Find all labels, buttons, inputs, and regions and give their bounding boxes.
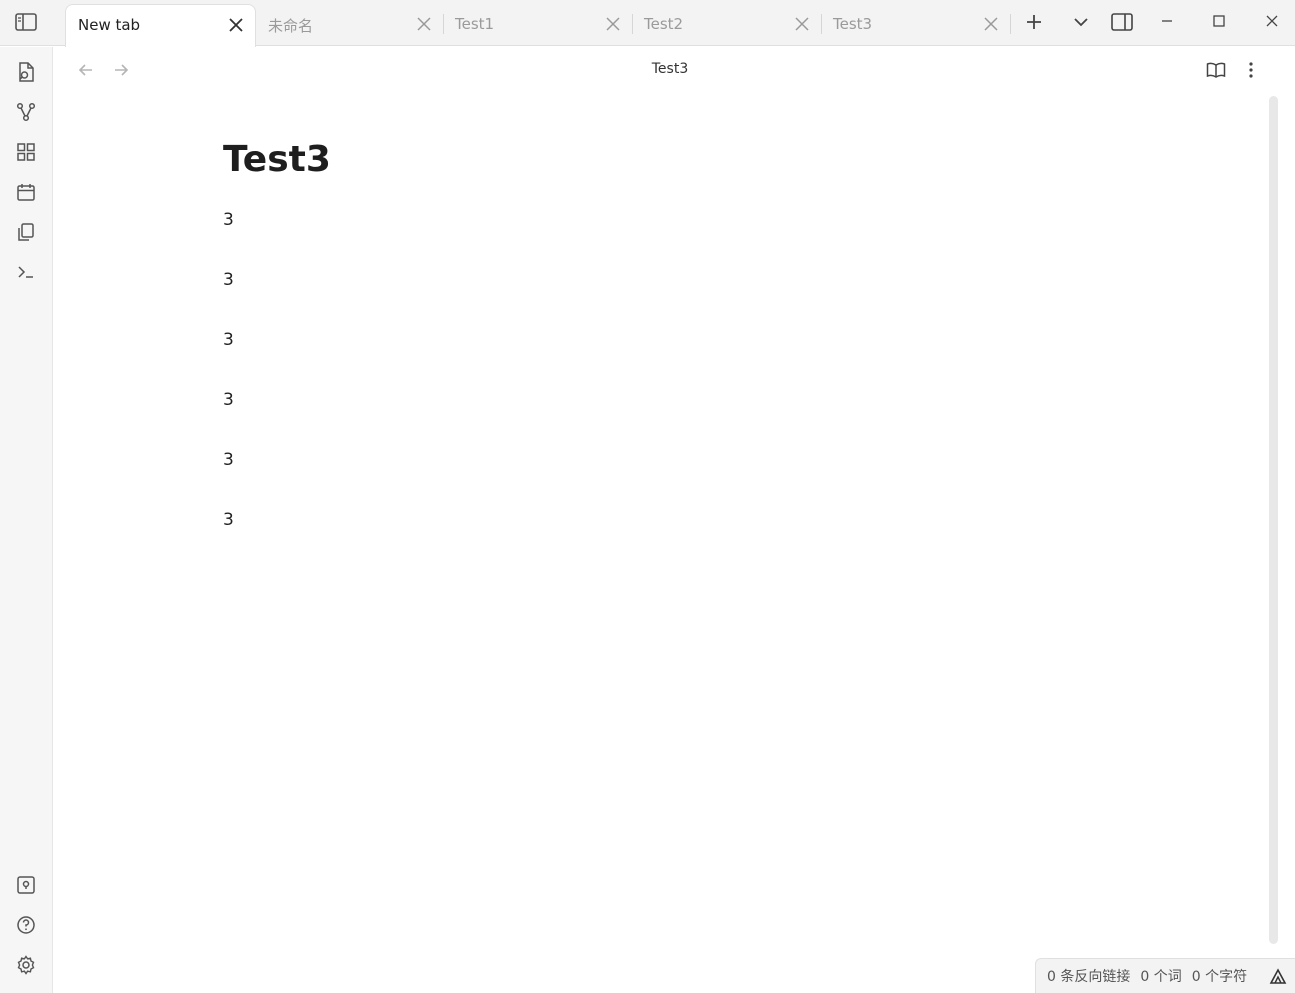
left-sidebar-toggle-button[interactable] xyxy=(8,6,44,38)
note-paragraph[interactable]: 3 xyxy=(223,508,1223,568)
templates-button[interactable] xyxy=(11,217,41,247)
close-icon[interactable] xyxy=(795,17,809,31)
minimize-icon xyxy=(1162,20,1172,22)
help-icon xyxy=(17,916,35,934)
graph-view-icon xyxy=(16,102,36,122)
note-paragraph[interactable]: 3 xyxy=(223,388,1223,448)
reading-view-icon xyxy=(1206,62,1226,78)
close-icon[interactable] xyxy=(984,17,998,31)
note-editor[interactable]: Test3 3 3 3 3 3 3 xyxy=(223,130,1223,568)
daily-note-icon xyxy=(17,184,35,201)
vault-switch-button[interactable] xyxy=(11,870,41,900)
tab-test3[interactable]: Test3 xyxy=(821,4,1010,46)
maximize-button[interactable] xyxy=(1203,5,1235,37)
tab-separator xyxy=(1010,14,1011,34)
note-paragraph[interactable]: 3 xyxy=(223,328,1223,388)
sync-status-icon[interactable] xyxy=(1269,968,1287,986)
right-sidebar-toggle-button[interactable] xyxy=(1106,6,1138,38)
tab-test1[interactable]: Test1 xyxy=(443,4,632,46)
word-count: 0 个词 xyxy=(1140,969,1182,985)
vault-switch-icon xyxy=(17,876,35,894)
close-icon[interactable] xyxy=(606,17,620,31)
tab-untitled[interactable]: 未命名 xyxy=(256,4,443,46)
note-paragraph[interactable]: 3 xyxy=(223,268,1223,328)
view-title: Test3 xyxy=(651,61,689,77)
note-heading[interactable]: Test3 xyxy=(223,130,1223,190)
tab-label: Test3 xyxy=(833,15,873,33)
quick-switcher-icon xyxy=(19,62,34,82)
char-count: 0 个字符 xyxy=(1191,969,1248,985)
settings-button[interactable] xyxy=(11,950,41,980)
new-tab-icon xyxy=(1027,15,1041,29)
view-header: Test3 xyxy=(54,47,1295,93)
note-paragraph[interactable]: 3 xyxy=(223,208,1223,268)
tab-label: Test1 xyxy=(455,15,495,33)
quick-switcher-button[interactable] xyxy=(11,57,41,87)
close-window-button[interactable] xyxy=(1256,5,1288,37)
status-bar: 0 条反向链接 0 个词 0 个字符 xyxy=(1035,958,1295,993)
left-ribbon xyxy=(0,47,53,993)
help-button[interactable] xyxy=(11,910,41,940)
tab-new-tab[interactable]: New tab xyxy=(65,4,256,47)
more-options-button[interactable] xyxy=(1236,55,1266,85)
scrollbar[interactable] xyxy=(1269,96,1278,944)
templates-icon xyxy=(18,223,34,241)
tab-label: 未命名 xyxy=(268,17,314,35)
tab-label: Test2 xyxy=(644,15,684,33)
more-options-icon xyxy=(1249,62,1253,78)
reading-view-button[interactable] xyxy=(1201,55,1231,85)
daily-note-button[interactable] xyxy=(11,177,41,207)
right-sidebar-toggle-icon xyxy=(1111,13,1133,31)
canvas-button[interactable] xyxy=(11,137,41,167)
command-palette-icon xyxy=(18,266,33,278)
minimize-button[interactable] xyxy=(1151,5,1183,37)
note-paragraph[interactable]: 3 xyxy=(223,448,1223,508)
close-icon[interactable] xyxy=(417,17,431,31)
maximize-icon xyxy=(1213,15,1225,27)
tab-list-chevron-icon xyxy=(1074,18,1088,27)
tab-test2[interactable]: Test2 xyxy=(632,4,821,46)
backlinks-count[interactable]: 0 条反向链接 xyxy=(1047,966,1130,986)
graph-view-button[interactable] xyxy=(11,97,41,127)
sidebar-toggle-icon xyxy=(15,13,37,31)
close-icon[interactable] xyxy=(229,18,243,32)
settings-icon xyxy=(17,955,35,975)
tab-list-button[interactable] xyxy=(1065,6,1097,38)
close-window-icon xyxy=(1266,15,1278,27)
canvas-icon xyxy=(17,143,35,161)
tab-label: New tab xyxy=(78,16,141,34)
new-tab-button[interactable] xyxy=(1018,6,1050,38)
command-palette-button[interactable] xyxy=(11,257,41,287)
tab-bar: New tab 未命名 Test1 Test2 Test3 xyxy=(0,0,1295,47)
